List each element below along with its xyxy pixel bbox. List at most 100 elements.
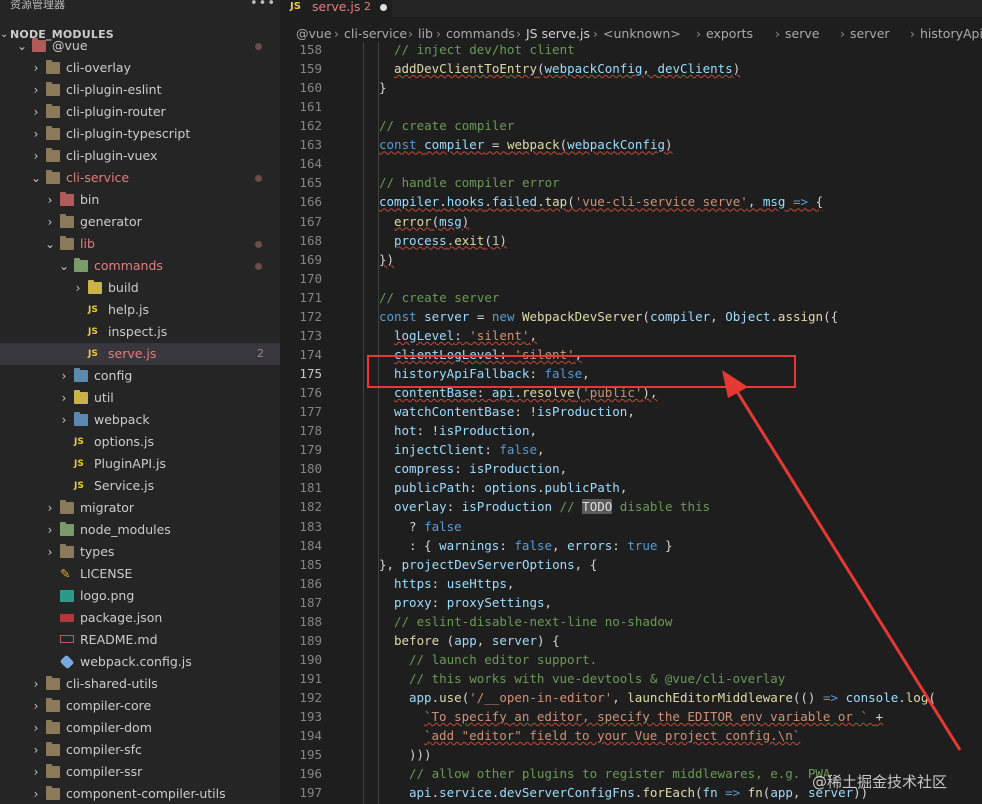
tree-file[interactable]: JS inspect.js [0, 321, 280, 343]
tree-folder[interactable]: › cli-plugin-eslint [0, 79, 280, 101]
tree-folder[interactable]: › cli-plugin-typescript [0, 123, 280, 145]
code-line[interactable]: `To specify an editor, specify the EDITO… [424, 709, 883, 724]
chevron-down-icon[interactable]: ⌄ [58, 255, 70, 277]
tree-folder[interactable]: › config [0, 365, 280, 387]
tree-folder[interactable]: › compiler-ssr [0, 761, 280, 783]
code-line[interactable]: app.use('/__open-in-editor', launchEdito… [409, 690, 936, 705]
tree-file[interactable]: logo.png [0, 585, 280, 607]
tab-serve-js[interactable]: JS serve.js 2 [280, 0, 392, 17]
breadcrumb-item[interactable]: server [850, 24, 890, 44]
chevron-right-icon[interactable]: › [72, 277, 84, 299]
tree-folder[interactable]: ⌄ cli-service [0, 167, 280, 189]
code-line[interactable]: proxy: proxySettings, [394, 595, 552, 610]
chevron-down-icon[interactable]: ⌄ [44, 233, 56, 255]
code-line[interactable]: ))) [409, 747, 432, 762]
chevron-right-icon[interactable]: › [30, 101, 42, 123]
code-line[interactable]: api.service.devServerConfigFns.forEach(f… [409, 785, 868, 800]
chevron-right-icon[interactable]: › [58, 409, 70, 431]
tree-file[interactable]: package.json [0, 607, 280, 629]
chevron-right-icon[interactable]: › [44, 519, 56, 541]
code-line[interactable]: publicPath: options.publicPath, [394, 480, 627, 495]
code-line[interactable]: addDevClientToEntry(webpackConfig, devCl… [394, 61, 740, 76]
breadcrumb-item[interactable]: commands [446, 24, 515, 44]
breadcrumb-item[interactable]: cli-service [344, 24, 407, 44]
more-actions-icon[interactable]: ••• [250, 0, 276, 11]
chevron-right-icon[interactable]: › [30, 673, 42, 695]
breadcrumb-item[interactable]: <unknown> [603, 24, 681, 44]
breadcrumb-item[interactable]: @vue [296, 24, 332, 44]
chevron-right-icon[interactable]: › [30, 717, 42, 739]
tree-folder[interactable]: › webpack [0, 409, 280, 431]
code-line[interactable]: // handle compiler error [379, 175, 560, 190]
tree-folder[interactable]: › util [0, 387, 280, 409]
chevron-right-icon[interactable]: › [30, 145, 42, 167]
code-line[interactable]: const compiler = webpack(webpackConfig) [379, 137, 673, 152]
chevron-right-icon[interactable]: › [30, 739, 42, 761]
code-line[interactable]: // create server [379, 290, 499, 305]
tree-file[interactable]: JS options.js [0, 431, 280, 453]
tree-folder[interactable]: › cli-plugin-router [0, 101, 280, 123]
code-line[interactable]: // create compiler [379, 118, 514, 133]
chevron-right-icon[interactable]: › [44, 189, 56, 211]
chevron-right-icon[interactable]: › [58, 387, 70, 409]
code-line[interactable]: `add "editor" field to your Vue project … [424, 728, 800, 743]
code-line[interactable]: compiler.hooks.failed.tap('vue-cli-servi… [379, 194, 823, 209]
chevron-right-icon[interactable]: › [44, 211, 56, 233]
tree-file[interactable]: JS help.js [0, 299, 280, 321]
code-line[interactable]: }, projectDevServerOptions, { [379, 557, 597, 572]
code-line[interactable]: injectClient: false, [394, 442, 545, 457]
chevron-right-icon[interactable]: › [44, 497, 56, 519]
tree-file[interactable]: JS Service.js [0, 475, 280, 497]
breadcrumb-item[interactable]: exports [706, 24, 753, 44]
tree-folder[interactable]: › cli-plugin-vuex [0, 145, 280, 167]
tree-folder[interactable]: ⌄ commands [0, 255, 280, 277]
code-line[interactable]: error(msg) [394, 214, 469, 229]
chevron-right-icon[interactable]: › [44, 541, 56, 563]
tree-folder[interactable]: › migrator [0, 497, 280, 519]
code-line[interactable]: logLevel: 'silent', [394, 328, 537, 343]
code-line[interactable]: process.exit(1) [394, 233, 507, 248]
code-line[interactable]: } [379, 80, 387, 95]
tree-file[interactable]: README.md [0, 629, 280, 651]
chevron-right-icon[interactable]: › [30, 123, 42, 145]
tree-file[interactable]: webpack.config.js [0, 651, 280, 673]
code-line[interactable]: before (app, server) { [394, 633, 560, 648]
code-line[interactable]: compress: isProduction, [394, 461, 567, 476]
tree-file[interactable]: JS PluginAPI.js [0, 453, 280, 475]
tree-folder[interactable]: › types [0, 541, 280, 563]
tree-folder[interactable]: › node_modules [0, 519, 280, 541]
chevron-right-icon[interactable]: › [30, 79, 42, 101]
code-line[interactable]: // inject dev/hot client [394, 42, 575, 57]
code-line[interactable]: hot: !isProduction, [394, 423, 537, 438]
chevron-right-icon[interactable]: › [30, 695, 42, 717]
tree-folder[interactable]: › build [0, 277, 280, 299]
breadcrumb-item[interactable]: JS serve.js [526, 24, 590, 44]
code-line[interactable]: watchContentBase: !isProduction, [394, 404, 635, 419]
tree-folder[interactable]: › cli-overlay [0, 57, 280, 79]
chevron-right-icon[interactable]: › [58, 365, 70, 387]
unsaved-dot-icon[interactable] [380, 4, 387, 11]
chevron-right-icon[interactable]: › [30, 761, 42, 783]
breadcrumb-item[interactable]: historyApiFallback [920, 24, 982, 44]
tree-folder[interactable]: ⌄ @vue [0, 35, 280, 57]
tree-folder[interactable]: › compiler-core [0, 695, 280, 717]
breadcrumb-item[interactable]: serve [785, 24, 819, 44]
tree-file[interactable]: ✎ LICENSE [0, 563, 280, 585]
chevron-down-icon[interactable]: ⌄ [30, 167, 42, 189]
code-line[interactable]: // launch editor support. [409, 652, 597, 667]
tree-folder[interactable]: › compiler-dom [0, 717, 280, 739]
tree-folder[interactable]: › component-compiler-utils [0, 783, 280, 804]
chevron-right-icon[interactable]: › [30, 57, 42, 79]
code-line[interactable]: // this works with vue-devtools & @vue/c… [409, 671, 785, 686]
code-line[interactable]: overlay: isProduction // TODO disable th… [394, 499, 710, 515]
tree-folder[interactable]: › cli-shared-utils [0, 673, 280, 695]
tree-folder[interactable]: ⌄ lib [0, 233, 280, 255]
code-line[interactable]: : { warnings: false, errors: true } [409, 538, 672, 553]
tree-file[interactable]: JS serve.js 2 [0, 343, 280, 365]
code-line[interactable]: }) [379, 252, 394, 267]
code-editor[interactable]: 158 // inject dev/hot client 159 addDevClie… [280, 42, 982, 804]
chevron-down-icon[interactable]: ⌄ [16, 35, 28, 57]
code-line[interactable]: const server = new WebpackDevServer(comp… [379, 309, 838, 324]
chevron-right-icon[interactable]: › [30, 783, 42, 804]
code-line[interactable]: // allow other plugins to register middl… [409, 766, 830, 781]
